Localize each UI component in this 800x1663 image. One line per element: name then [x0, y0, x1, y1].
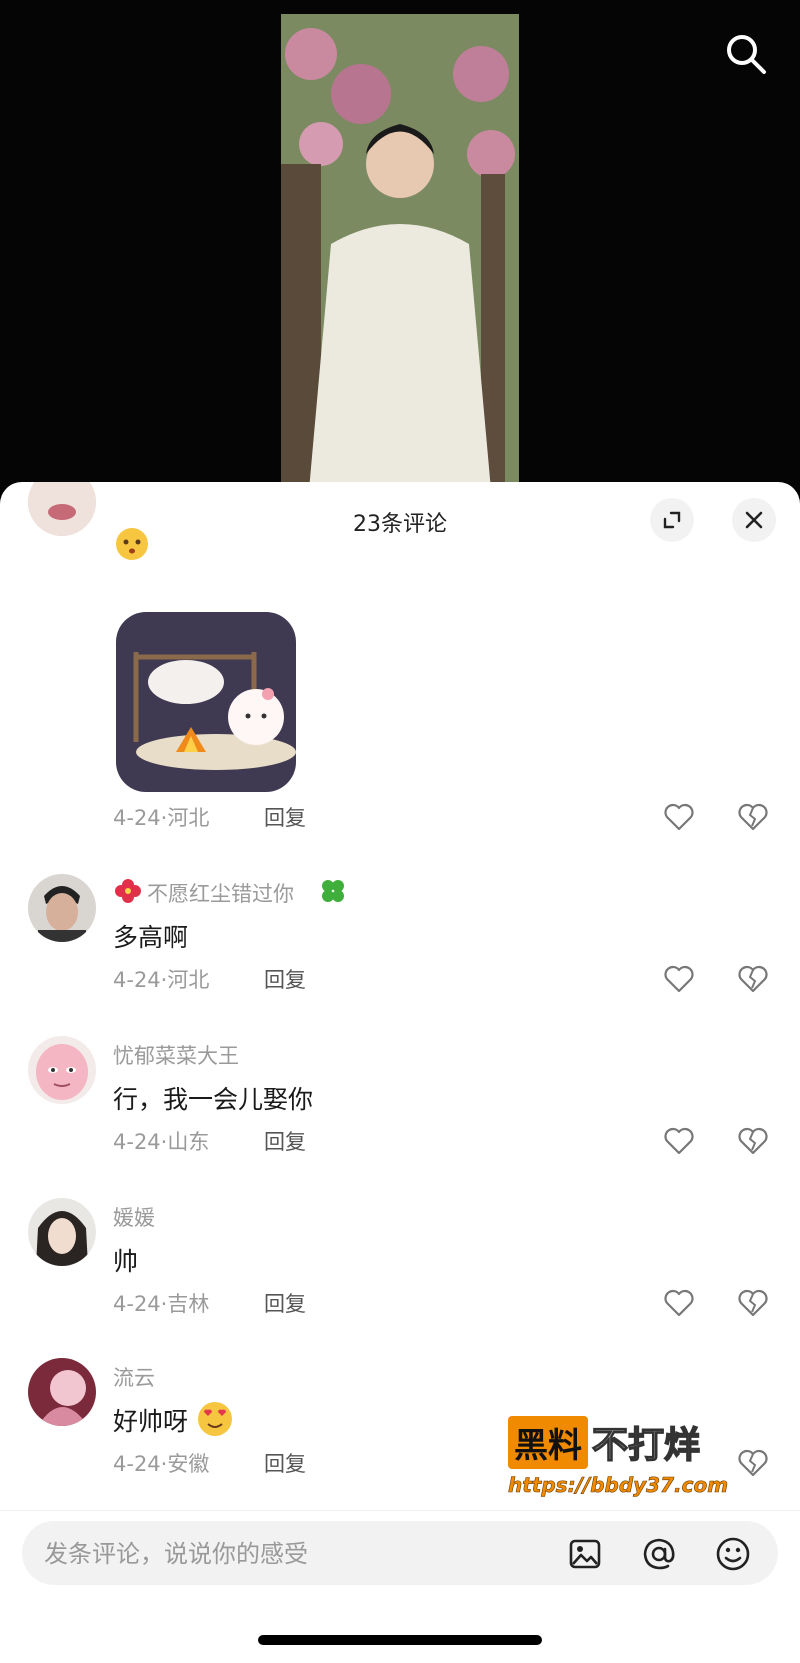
avatar[interactable] — [28, 1198, 96, 1266]
avatar-image — [28, 874, 96, 942]
video-person-illustration — [281, 14, 519, 490]
clover-emoji-icon — [322, 880, 344, 902]
comment-meta: 4-24·安徽 — [113, 1452, 210, 1476]
video-thumbnail[interactable] — [281, 14, 519, 490]
comment-input-pill[interactable] — [22, 1521, 778, 1587]
at-icon[interactable] — [640, 1535, 678, 1573]
avatar[interactable] — [28, 874, 96, 942]
comment-meta: 4-24·山东 — [113, 1130, 210, 1154]
campfire-sticker-illustration — [133, 652, 296, 770]
avatar-image — [28, 1358, 96, 1426]
close-icon — [745, 511, 763, 529]
heart-eyes-emoji-icon — [198, 1402, 232, 1436]
comment-username[interactable]: 媛媛 — [113, 1202, 155, 1232]
reply-button[interactable]: 回复 — [264, 1288, 306, 1318]
comment-meta: 4-24·吉林 — [113, 1292, 210, 1316]
reply-button[interactable]: 回复 — [264, 1126, 306, 1156]
comment-text: 多高啊 — [113, 923, 189, 952]
watermark-badge: 黑料 — [508, 1416, 588, 1469]
comment-meta: 4-24·河北 — [113, 968, 210, 992]
reply-button[interactable]: 回复 — [264, 1448, 306, 1478]
reply-button[interactable]: 回复 — [264, 802, 306, 832]
comment-username[interactable]: 忧郁菜菜大王 — [113, 1040, 239, 1070]
search-button[interactable] — [722, 30, 770, 78]
heart-icon[interactable] — [662, 962, 696, 996]
comment-text: 帅 — [113, 1247, 139, 1276]
comment-input[interactable] — [42, 1521, 546, 1587]
comment-meta: 4-24·河北 — [113, 806, 210, 830]
avatar[interactable] — [28, 1358, 96, 1426]
watermark-text: 不打烊 — [591, 1424, 701, 1467]
avatar-image — [28, 1036, 96, 1104]
expand-icon — [663, 511, 681, 529]
avatar[interactable] — [28, 1036, 96, 1104]
home-indicator — [258, 1635, 542, 1645]
broken-heart-icon[interactable] — [736, 1286, 770, 1320]
broken-heart-icon[interactable] — [736, 962, 770, 996]
emoji-icon — [116, 528, 148, 560]
image-icon[interactable] — [566, 1535, 604, 1573]
emoji-icon[interactable] — [714, 1535, 752, 1573]
hibiscus-emoji-icon — [115, 879, 141, 903]
avatar-image — [28, 1198, 96, 1266]
broken-heart-icon[interactable] — [736, 1124, 770, 1158]
reply-button[interactable]: 回复 — [264, 964, 306, 994]
comment-username[interactable]: 不愿红尘错过你 — [147, 878, 294, 908]
broken-heart-icon[interactable] — [736, 800, 770, 834]
heart-icon[interactable] — [662, 800, 696, 834]
search-icon — [727, 35, 766, 74]
comment-text: 行，我一会儿娶你 — [113, 1085, 314, 1114]
watermark-url: https://bbdy37.com — [508, 1473, 729, 1498]
video-area — [0, 0, 800, 490]
comment-username[interactable]: 流云 — [113, 1362, 155, 1392]
comment-text: 好帅呀 — [113, 1407, 189, 1436]
close-button[interactable] — [732, 498, 776, 542]
watermark: 黑料 不打烊 https://bbdy37.com — [508, 1416, 776, 1497]
comment-input-bar — [0, 1510, 800, 1663]
heart-icon[interactable] — [662, 1124, 696, 1158]
heart-icon[interactable] — [662, 1286, 696, 1320]
expand-button[interactable] — [650, 498, 694, 542]
sticker-image[interactable] — [116, 612, 296, 792]
